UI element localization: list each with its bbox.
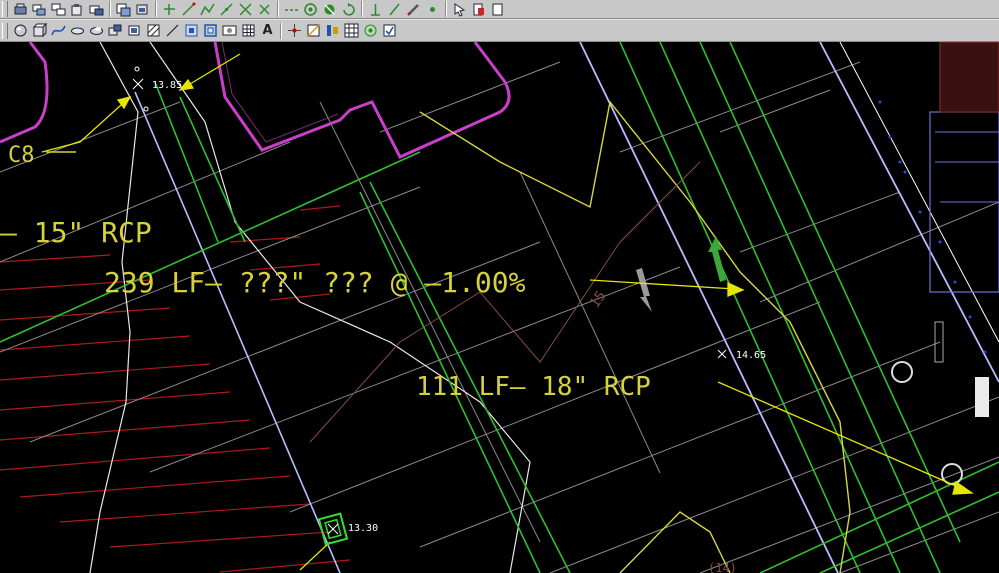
grip-icon[interactable] [286,22,303,39]
toolbar-top-group-3 [160,1,274,18]
line-arrow-icon[interactable] [180,1,197,18]
lens-icon[interactable] [69,22,86,39]
cross-alt-icon[interactable] [256,1,273,18]
spline-icon[interactable] [50,22,67,39]
structure-id-label: C8 [8,143,35,168]
frame-icon[interactable] [202,22,219,39]
cloud-icon[interactable] [88,22,105,39]
toolbar-bottom: A [0,19,999,42]
pipe-label-right: 111 LF– 18" RCP [416,372,651,402]
diagonal-icon[interactable] [218,1,235,18]
slash-icon[interactable] [386,1,403,18]
accessible-parking-icon [891,361,963,485]
drawing-canvas[interactable]: C8 – 15" RCP 239 LF– ???" ??? @ –1.00% 1… [0,42,999,573]
overlay-icon[interactable] [88,1,105,18]
flow-arrows [636,236,726,312]
image-icon[interactable] [221,22,238,39]
structure-markers [132,66,727,546]
toolbar-bottom-group-3 [285,22,399,39]
toolbar-top [0,0,999,19]
sphere-icon[interactable] [12,22,29,39]
arrow-cursor-icon[interactable] [451,1,468,18]
insert-icon[interactable] [126,22,143,39]
check-icon[interactable] [381,22,398,39]
toolbar-bottom-group-1 [11,22,106,39]
table-icon[interactable] [240,22,257,39]
pipe-label-main: 239 LF– ???" ??? @ –1.00% [104,266,526,299]
window-icon[interactable] [115,1,132,18]
paste-stack-icon[interactable] [69,1,86,18]
white-boundaries [89,42,999,573]
copy-stack-icon[interactable] [50,1,67,18]
block-icon[interactable] [107,22,124,39]
snap-icon[interactable] [305,22,322,39]
toolbar-top-group-6 [450,1,507,18]
toolbar-grip[interactable] [2,1,8,17]
hatch-icon[interactable] [145,22,162,39]
toolbar-separator [280,22,282,39]
parcel-tag: (14) [708,561,737,573]
pipe-label-left: – 15" RCP [0,216,152,249]
toolbar-separator [277,1,279,17]
toolbar-separator [361,1,363,17]
toolbar-top-group-2 [114,1,152,18]
cross-icon[interactable] [237,1,254,18]
line-icon[interactable] [164,22,181,39]
fill-circle-icon[interactable] [321,1,338,18]
adjust-icon[interactable] [324,22,341,39]
toolbar-separator [109,1,111,17]
right-side-features [878,42,999,417]
point-icon[interactable] [367,1,384,18]
green-lines [0,42,999,573]
toolbar-separator [155,1,157,17]
flag-icon[interactable] [470,1,487,18]
grid-icon[interactable] [343,22,360,39]
pan-icon[interactable] [161,1,178,18]
text-button[interactable]: A [259,22,276,39]
spot-elevation-bottom: 13.30 [348,523,378,534]
toolbar-top-group-5 [366,1,442,18]
page-icon[interactable] [489,1,506,18]
gray-grid-lines [0,61,999,573]
region-icon[interactable] [183,22,200,39]
spot-elevation-mid: 14.65 [736,350,766,361]
toolbar-separator [445,1,447,17]
red-hatch [0,205,351,573]
toolbar-top-group-1 [11,1,106,18]
dot-icon[interactable] [424,1,441,18]
yellow-contour [419,100,851,573]
toolbar-top-group-4 [282,1,358,18]
polyline-icon[interactable] [199,1,216,18]
contour-label: 15 [587,288,610,311]
dash-icon[interactable] [283,1,300,18]
pencil-icon[interactable] [405,1,422,18]
rotate-icon[interactable] [340,1,357,18]
circle-target-icon[interactable] [302,1,319,18]
stack-icon[interactable] [31,1,48,18]
leader-lines [41,53,974,571]
toolbar-grip[interactable] [2,22,8,39]
layer-props-icon[interactable] [12,1,29,18]
spot-elevation-top: 13.85 [152,80,182,91]
ortho-icon[interactable] [362,22,379,39]
window-stack-icon[interactable] [134,1,151,18]
building-outlines [0,42,511,159]
cube-icon[interactable] [31,22,48,39]
toolbar-bottom-group-2: A [106,22,277,39]
